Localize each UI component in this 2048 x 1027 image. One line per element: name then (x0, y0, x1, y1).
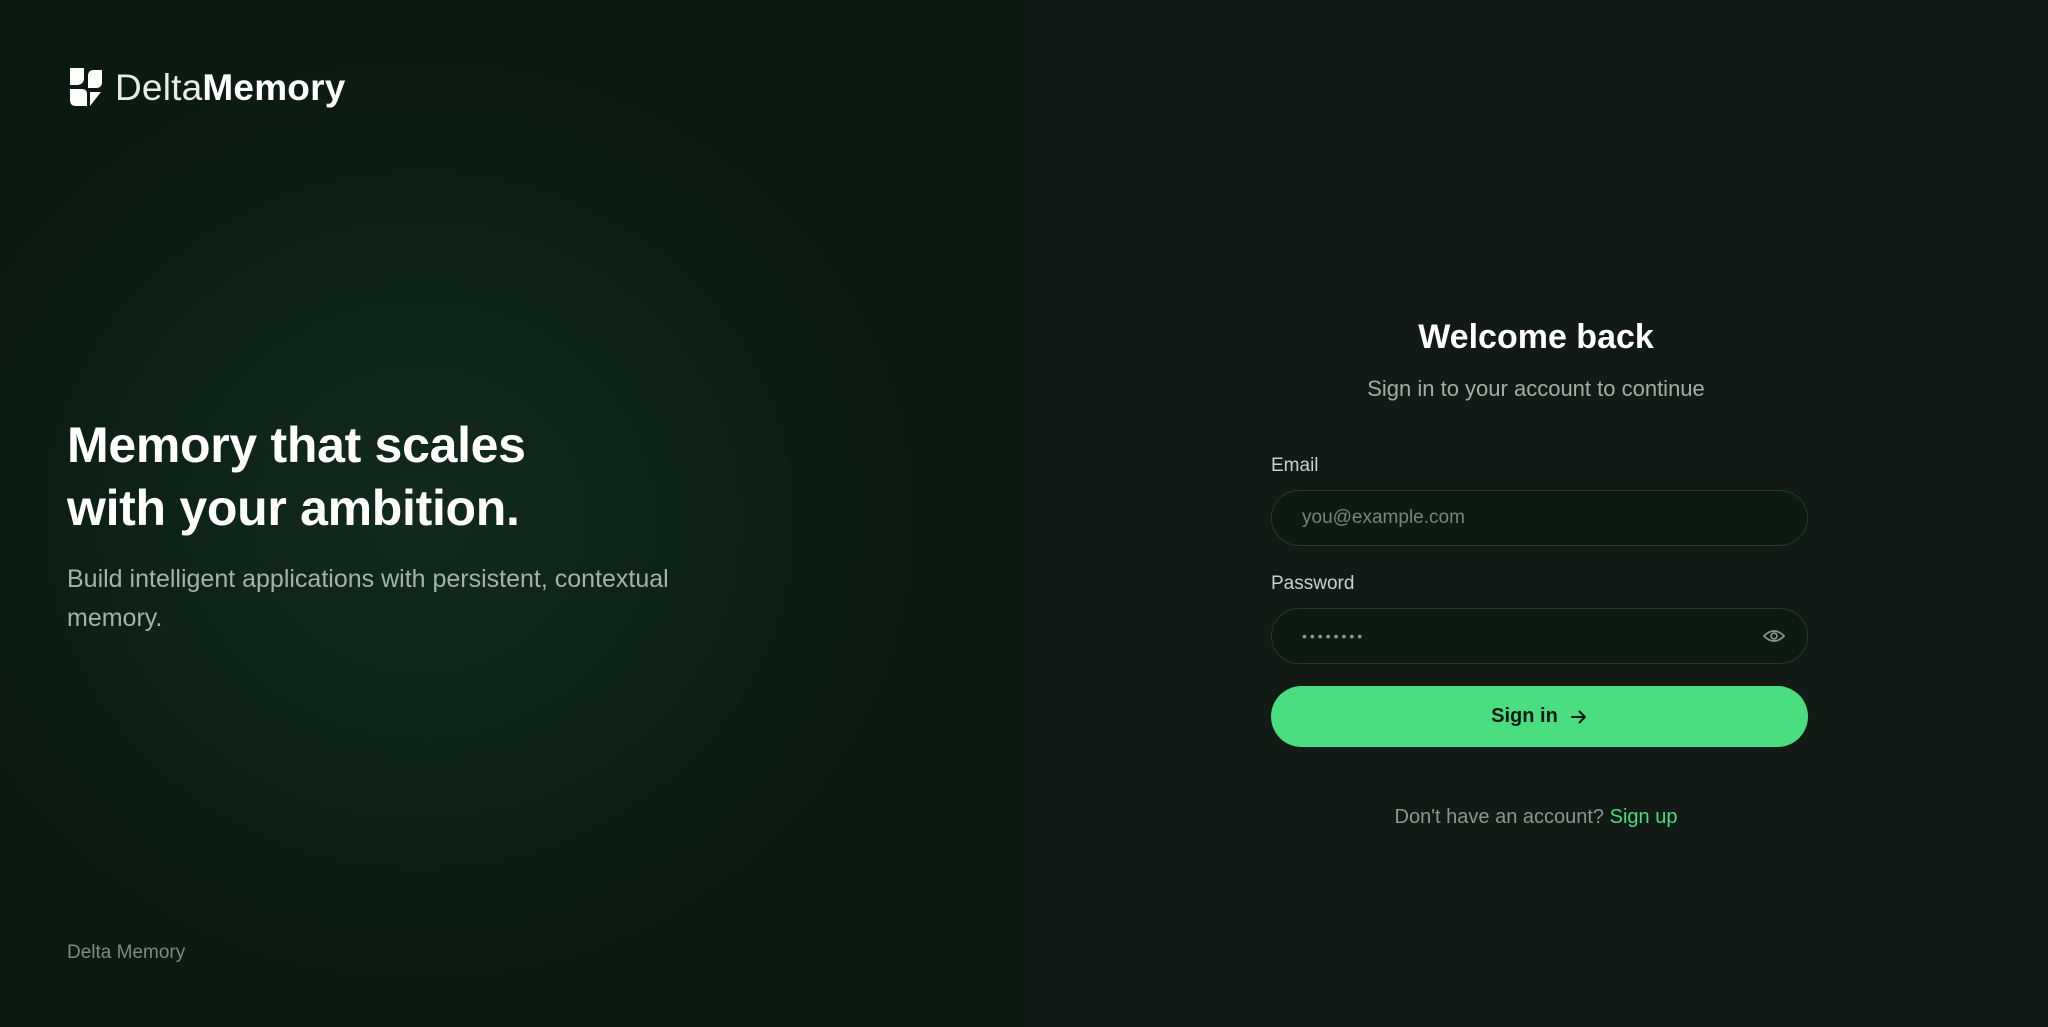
auth-subtitle: Sign in to your account to continue (1367, 376, 1705, 401)
arrow-right-icon (1570, 710, 1586, 723)
hero-subtitle: Build intelligent applications with pers… (67, 565, 669, 632)
email-field[interactable] (1272, 491, 1807, 545)
signup-prompt: Don't have an account? (1394, 806, 1605, 828)
sign-in-button[interactable]: Sign in (1271, 686, 1808, 747)
sign-in-button-label: Sign in (1491, 705, 1558, 727)
email-label: Email (1271, 455, 1319, 476)
brand-name-bold: Memory (202, 66, 346, 108)
login-page: DeltaMemory Memory that scales with your… (0, 0, 2048, 1027)
sign-in-form: Email Password •••••••• Sign in (1271, 455, 1808, 747)
hero-title: Memory that scales with your ambition. (67, 414, 526, 540)
hero-title-line-2: with your ambition. (67, 480, 520, 536)
sign-up-link[interactable]: Sign up (1610, 806, 1678, 828)
password-label: Password (1271, 573, 1355, 594)
hero-title-line-1: Memory that scales (67, 417, 526, 473)
hero-panel: DeltaMemory Memory that scales with your… (0, 0, 1024, 1027)
auth-panel: Welcome back Sign in to your account to … (1024, 0, 2048, 1027)
password-field[interactable]: •••••••• (1271, 608, 1808, 664)
brand-name: DeltaMemory (115, 69, 345, 106)
auth-title: Welcome back (1418, 318, 1654, 356)
brand-logo[interactable]: DeltaMemory (67, 66, 345, 108)
delta-memory-logo-icon (70, 68, 102, 106)
password-masked-value: •••••••• (1302, 628, 1366, 644)
eye-icon[interactable] (1763, 628, 1785, 644)
brand-name-light: Delta (115, 66, 203, 108)
hero-footer: Delta Memory (67, 942, 186, 963)
email-field-wrapper (1271, 490, 1808, 546)
signup-prompt-row: Don't have an account? Sign up (1024, 806, 2048, 829)
